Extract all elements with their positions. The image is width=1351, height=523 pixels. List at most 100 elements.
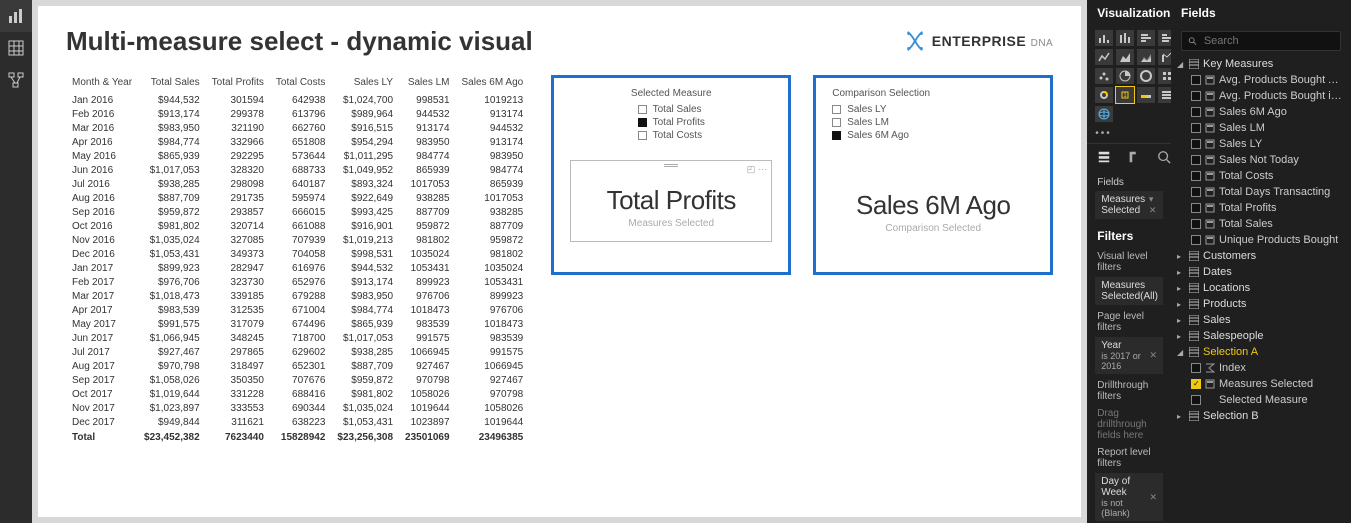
- report-view-icon[interactable]: [0, 0, 32, 32]
- table-node[interactable]: ◢Selection A: [1175, 344, 1347, 360]
- viz-type-icon[interactable]: [1095, 106, 1113, 122]
- table-row[interactable]: Sep 2017$1,058,026350350707676$959,87297…: [66, 373, 529, 387]
- viz-type-icon[interactable]: [1137, 49, 1155, 65]
- checkbox-icon[interactable]: [1191, 395, 1201, 405]
- table-row[interactable]: Aug 2016$887,709291735595974$922,6499382…: [66, 191, 529, 205]
- data-view-icon[interactable]: [0, 32, 32, 64]
- format-tab-icon[interactable]: [1127, 150, 1141, 167]
- fields-tab-icon[interactable]: [1097, 150, 1111, 167]
- checkbox-icon[interactable]: [1191, 107, 1201, 117]
- more-viz-icon[interactable]: •••: [1087, 128, 1171, 143]
- table-row[interactable]: Jul 2016$938,285298098640187$893,3241017…: [66, 177, 529, 191]
- checkbox-icon[interactable]: [1191, 219, 1201, 229]
- col-header[interactable]: Sales LY: [331, 75, 399, 93]
- table-node[interactable]: ▸Locations: [1175, 280, 1347, 296]
- field-node[interactable]: Avg. Products Bought in...: [1175, 88, 1347, 104]
- visual-filter[interactable]: Measures Selected(All): [1095, 277, 1163, 305]
- table-row[interactable]: Feb 2017$976,706323730652976$913,1748999…: [66, 275, 529, 289]
- report-filter[interactable]: Day of Week is not (Blank) ✕: [1095, 473, 1163, 521]
- viz-type-icon[interactable]: [1158, 30, 1171, 46]
- field-node[interactable]: Total Profits: [1175, 200, 1347, 216]
- slicer-option[interactable]: Total Profits: [638, 116, 705, 129]
- drag-handle-icon[interactable]: [664, 164, 678, 167]
- viz-type-icon[interactable]: [1158, 49, 1171, 65]
- slicer-option[interactable]: Sales LM: [832, 116, 1034, 129]
- table-node[interactable]: ▸Customers: [1175, 248, 1347, 264]
- model-view-icon[interactable]: [0, 64, 32, 96]
- table-row[interactable]: Apr 2016$984,774332966651808$954,2949839…: [66, 135, 529, 149]
- table-row[interactable]: Mar 2016$983,950321190662760$916,5159131…: [66, 121, 529, 135]
- col-header[interactable]: Sales 6M Ago: [456, 75, 530, 93]
- checkbox-icon[interactable]: [1191, 91, 1201, 101]
- table-node[interactable]: ▸Dates: [1175, 264, 1347, 280]
- report-canvas[interactable]: Multi-measure select - dynamic visual EN…: [38, 6, 1081, 517]
- field-well[interactable]: Measures Selected ▾ ✕: [1095, 191, 1163, 219]
- viz-type-icon[interactable]: [1158, 87, 1171, 103]
- focus-icon[interactable]: ◰: [747, 164, 756, 175]
- checkbox-icon[interactable]: [1191, 171, 1201, 181]
- table-row[interactable]: Dec 2017$949,844311621638223$1,053,43110…: [66, 415, 529, 429]
- table-row[interactable]: Jan 2016$944,532301594642938$1,024,70099…: [66, 93, 529, 107]
- field-node[interactable]: Total Days Transacting: [1175, 184, 1347, 200]
- table-node[interactable]: ▸Salespeople: [1175, 328, 1347, 344]
- table-row[interactable]: Jun 2017$1,066,945348245718700$1,017,053…: [66, 331, 529, 345]
- table-row[interactable]: Oct 2016$981,802320714661088$916,9019598…: [66, 219, 529, 233]
- page-filter[interactable]: Year is 2017 or 2016 ✕: [1095, 337, 1163, 374]
- table-row[interactable]: Jun 2016$1,017,053328320688733$1,049,952…: [66, 163, 529, 177]
- field-node[interactable]: Total Costs: [1175, 168, 1347, 184]
- table-node[interactable]: ▸Products: [1175, 296, 1347, 312]
- field-node[interactable]: Measures Selected: [1175, 376, 1347, 392]
- checkbox-icon[interactable]: [1191, 139, 1201, 149]
- well-menu-icon[interactable]: ▾ ✕: [1149, 194, 1157, 216]
- checkbox-icon[interactable]: [1191, 363, 1201, 373]
- viz-type-icon[interactable]: [1116, 68, 1134, 84]
- checkbox-icon[interactable]: [1191, 203, 1201, 213]
- viz-type-icon[interactable]: [1095, 87, 1113, 103]
- search-input[interactable]: [1181, 31, 1341, 51]
- checkbox-icon[interactable]: [1191, 379, 1201, 389]
- remove-filter-icon[interactable]: ✕: [1149, 350, 1157, 361]
- viz-type-icon[interactable]: [1137, 87, 1155, 103]
- viz-type-icon[interactable]: [1095, 30, 1113, 46]
- col-header[interactable]: Month & Year: [66, 75, 138, 93]
- measure-value-card[interactable]: ◰ ⋯ Total Profits Measures Selected: [570, 160, 772, 242]
- slicer-option[interactable]: Sales 6M Ago: [832, 129, 1034, 142]
- field-node[interactable]: Selected Measure: [1175, 392, 1347, 408]
- slicer-option[interactable]: Sales LY: [832, 103, 1034, 116]
- field-node[interactable]: Total Sales: [1175, 216, 1347, 232]
- checkbox-icon[interactable]: [1191, 75, 1201, 85]
- table-row[interactable]: Dec 2016$1,053,431349373704058$998,53110…: [66, 247, 529, 261]
- field-node[interactable]: Sales 6M Ago: [1175, 104, 1347, 120]
- remove-filter-icon[interactable]: ✕: [1149, 492, 1157, 503]
- field-node[interactable]: Sales LY: [1175, 136, 1347, 152]
- table-node[interactable]: ▸Sales: [1175, 312, 1347, 328]
- viz-type-icon[interactable]: [1095, 49, 1113, 65]
- viz-type-icon[interactable]: [1137, 68, 1155, 84]
- slicer-option[interactable]: Total Sales: [638, 103, 705, 116]
- viz-type-icon[interactable]: [1137, 30, 1155, 46]
- data-table-visual[interactable]: Month & YearTotal SalesTotal ProfitsTota…: [66, 75, 529, 445]
- table-row[interactable]: May 2016$865,939292295573644$1,011,29598…: [66, 149, 529, 163]
- analytics-tab-icon[interactable]: [1157, 150, 1171, 167]
- table-row[interactable]: Feb 2016$913,174299378613796$989,9649445…: [66, 107, 529, 121]
- table-row[interactable]: Mar 2017$1,018,473339185679288$983,95097…: [66, 289, 529, 303]
- checkbox-icon[interactable]: [1191, 235, 1201, 245]
- checkbox-icon[interactable]: [1191, 187, 1201, 197]
- more-icon[interactable]: ⋯: [758, 164, 767, 175]
- table-row[interactable]: May 2017$991,575317079674496$865,9399835…: [66, 317, 529, 331]
- table-row[interactable]: Sep 2016$959,872293857666015$993,4258877…: [66, 205, 529, 219]
- table-row[interactable]: Aug 2017$970,798318497652301$887,7099274…: [66, 359, 529, 373]
- col-header[interactable]: Total Sales: [138, 75, 206, 93]
- checkbox-icon[interactable]: [1191, 123, 1201, 133]
- viz-type-icon[interactable]: [1116, 49, 1134, 65]
- table-row[interactable]: Nov 2017$1,023,897333553690344$1,035,024…: [66, 401, 529, 415]
- table-node[interactable]: ◢Key Measures: [1175, 56, 1347, 72]
- col-header[interactable]: Total Profits: [206, 75, 270, 93]
- table-row[interactable]: Jul 2017$927,467297865629602$938,2851066…: [66, 345, 529, 359]
- col-header[interactable]: Sales LM: [399, 75, 456, 93]
- table-row[interactable]: Oct 2017$1,019,644331228688416$981,80210…: [66, 387, 529, 401]
- comparison-card[interactable]: Comparison Selection Sales LYSales LMSal…: [813, 75, 1053, 445]
- col-header[interactable]: Total Costs: [270, 75, 331, 93]
- slicer-option[interactable]: Total Costs: [638, 129, 705, 142]
- checkbox-icon[interactable]: [1191, 155, 1201, 165]
